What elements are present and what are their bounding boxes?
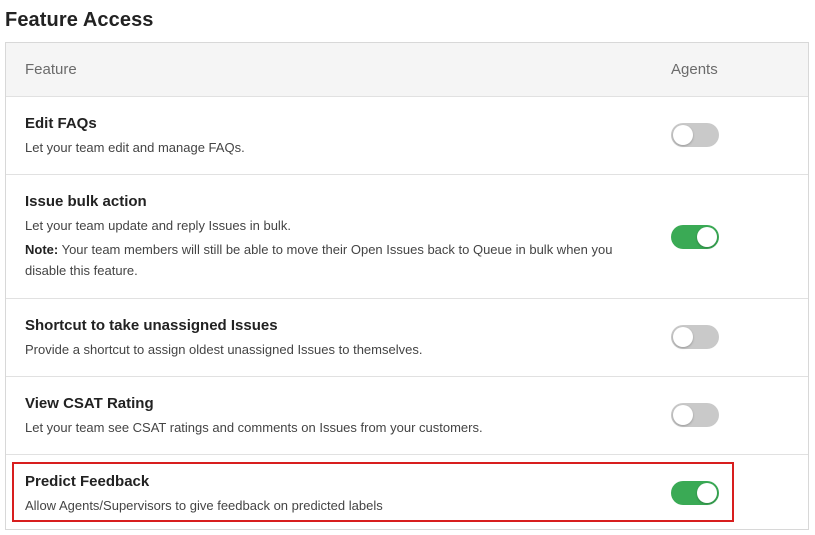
- agents-column-header: Agents: [671, 61, 718, 78]
- edit-faqs-toggle[interactable]: [671, 123, 719, 147]
- feature-access-table: Feature Agents Edit FAQs Let your team e…: [5, 42, 809, 530]
- feature-column-header: Feature: [25, 61, 77, 78]
- feature-title: Issue bulk action: [25, 193, 147, 210]
- table-header: Feature Agents: [6, 43, 808, 97]
- feature-title: View CSAT Rating: [25, 395, 154, 412]
- feature-description: Let your team edit and manage FAQs.: [25, 140, 245, 155]
- feature-description: Let your team update and reply Issues in…: [25, 218, 291, 233]
- feature-description: Provide a shortcut to assign oldest unas…: [25, 342, 423, 357]
- feature-description: Allow Agents/Supervisors to give feedbac…: [25, 498, 383, 513]
- table-row-edit-faqs: Edit FAQs Let your team edit and manage …: [6, 97, 808, 175]
- shortcut-unassigned-toggle[interactable]: [671, 325, 719, 349]
- table-row-view-csat-rating: View CSAT Rating Let your team see CSAT …: [6, 377, 808, 455]
- toggle-knob: [673, 327, 693, 347]
- issue-bulk-action-toggle[interactable]: [671, 225, 719, 249]
- feature-title: Predict Feedback: [25, 473, 150, 490]
- feature-title: Edit FAQs: [25, 115, 97, 132]
- note-label: Note:: [25, 242, 59, 257]
- toggle-knob: [697, 483, 717, 503]
- page-title: Feature Access: [5, 9, 154, 31]
- toggle-knob: [697, 227, 717, 247]
- toggle-knob: [673, 405, 693, 425]
- table-row-predict-feedback: Predict Feedback Allow Agents/Supervisor…: [6, 455, 808, 530]
- table-row-shortcut-unassigned: Shortcut to take unassigned Issues Provi…: [6, 299, 808, 377]
- feature-description: Let your team see CSAT ratings and comme…: [25, 420, 483, 435]
- predict-feedback-toggle[interactable]: [671, 481, 719, 505]
- feature-title: Shortcut to take unassigned Issues: [25, 317, 278, 334]
- note-text: Your team members will still be able to …: [25, 242, 613, 278]
- table-row-issue-bulk-action: Issue bulk action Let your team update a…: [6, 175, 808, 299]
- feature-note: Note: Your team members will still be ab…: [25, 239, 635, 281]
- toggle-knob: [673, 125, 693, 145]
- view-csat-rating-toggle[interactable]: [671, 403, 719, 427]
